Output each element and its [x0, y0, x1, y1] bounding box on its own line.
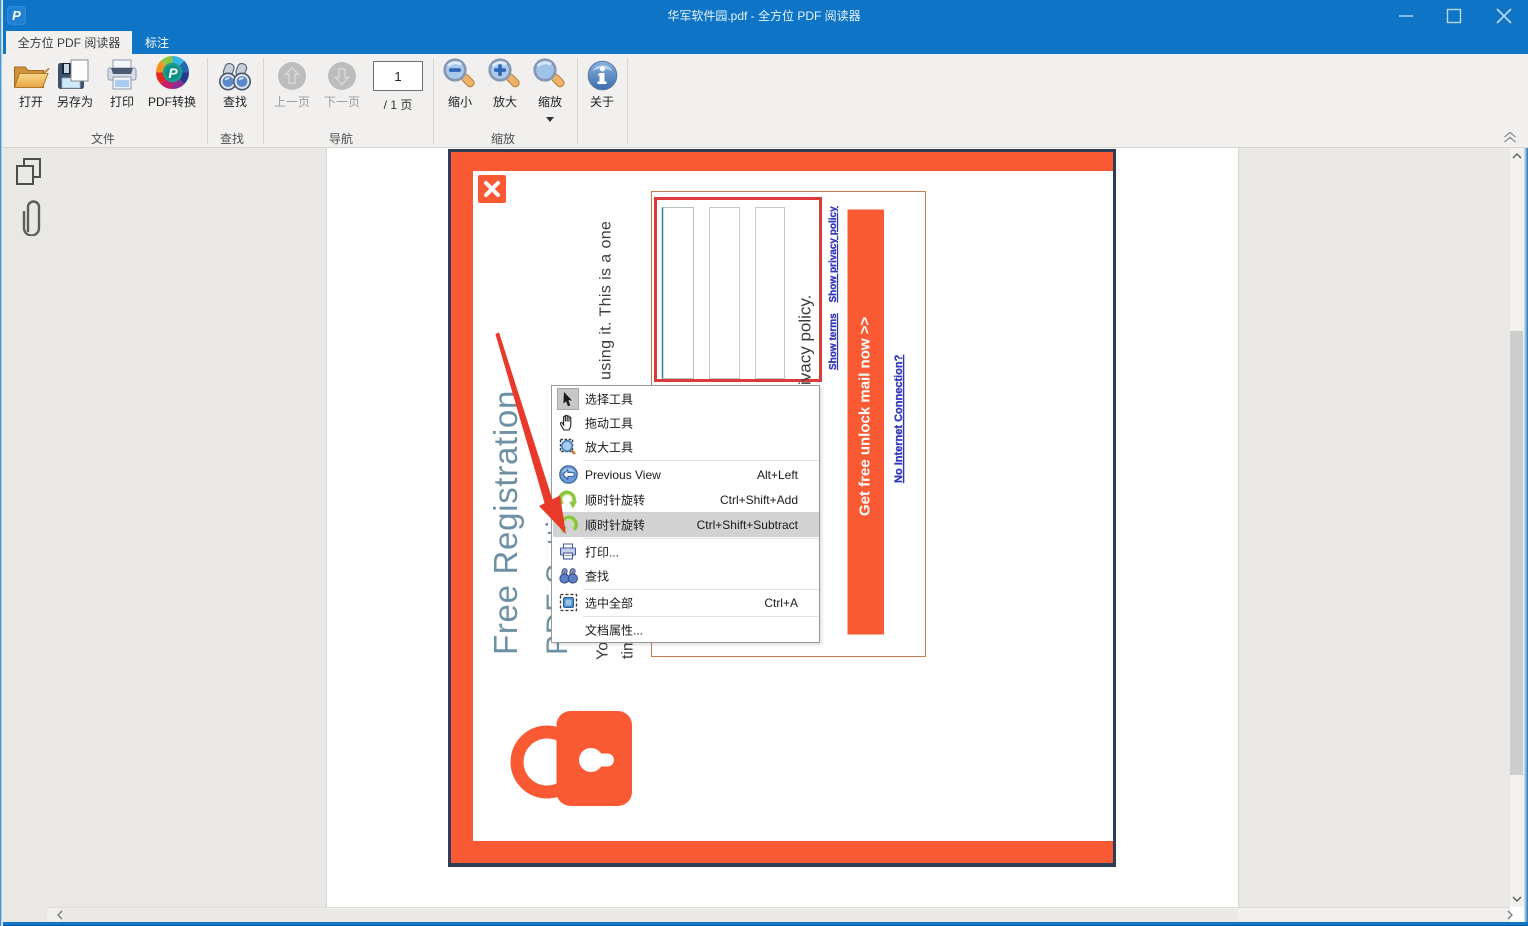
svg-text:Show privacy policy: Show privacy policy	[828, 206, 839, 303]
svg-text:P: P	[12, 8, 21, 23]
svg-text:Show terms: Show terms	[828, 313, 839, 370]
svg-text:No Internet Connection?: No Internet Connection?	[893, 354, 905, 483]
svg-text:ivacy policy.: ivacy policy.	[795, 295, 814, 385]
svg-text:e using it. This is a one: e using it. This is a one	[598, 221, 615, 394]
svg-text:Get free unlock mail now >>: Get free unlock mail now >>	[857, 317, 874, 516]
svg-text:P: P	[168, 65, 178, 81]
